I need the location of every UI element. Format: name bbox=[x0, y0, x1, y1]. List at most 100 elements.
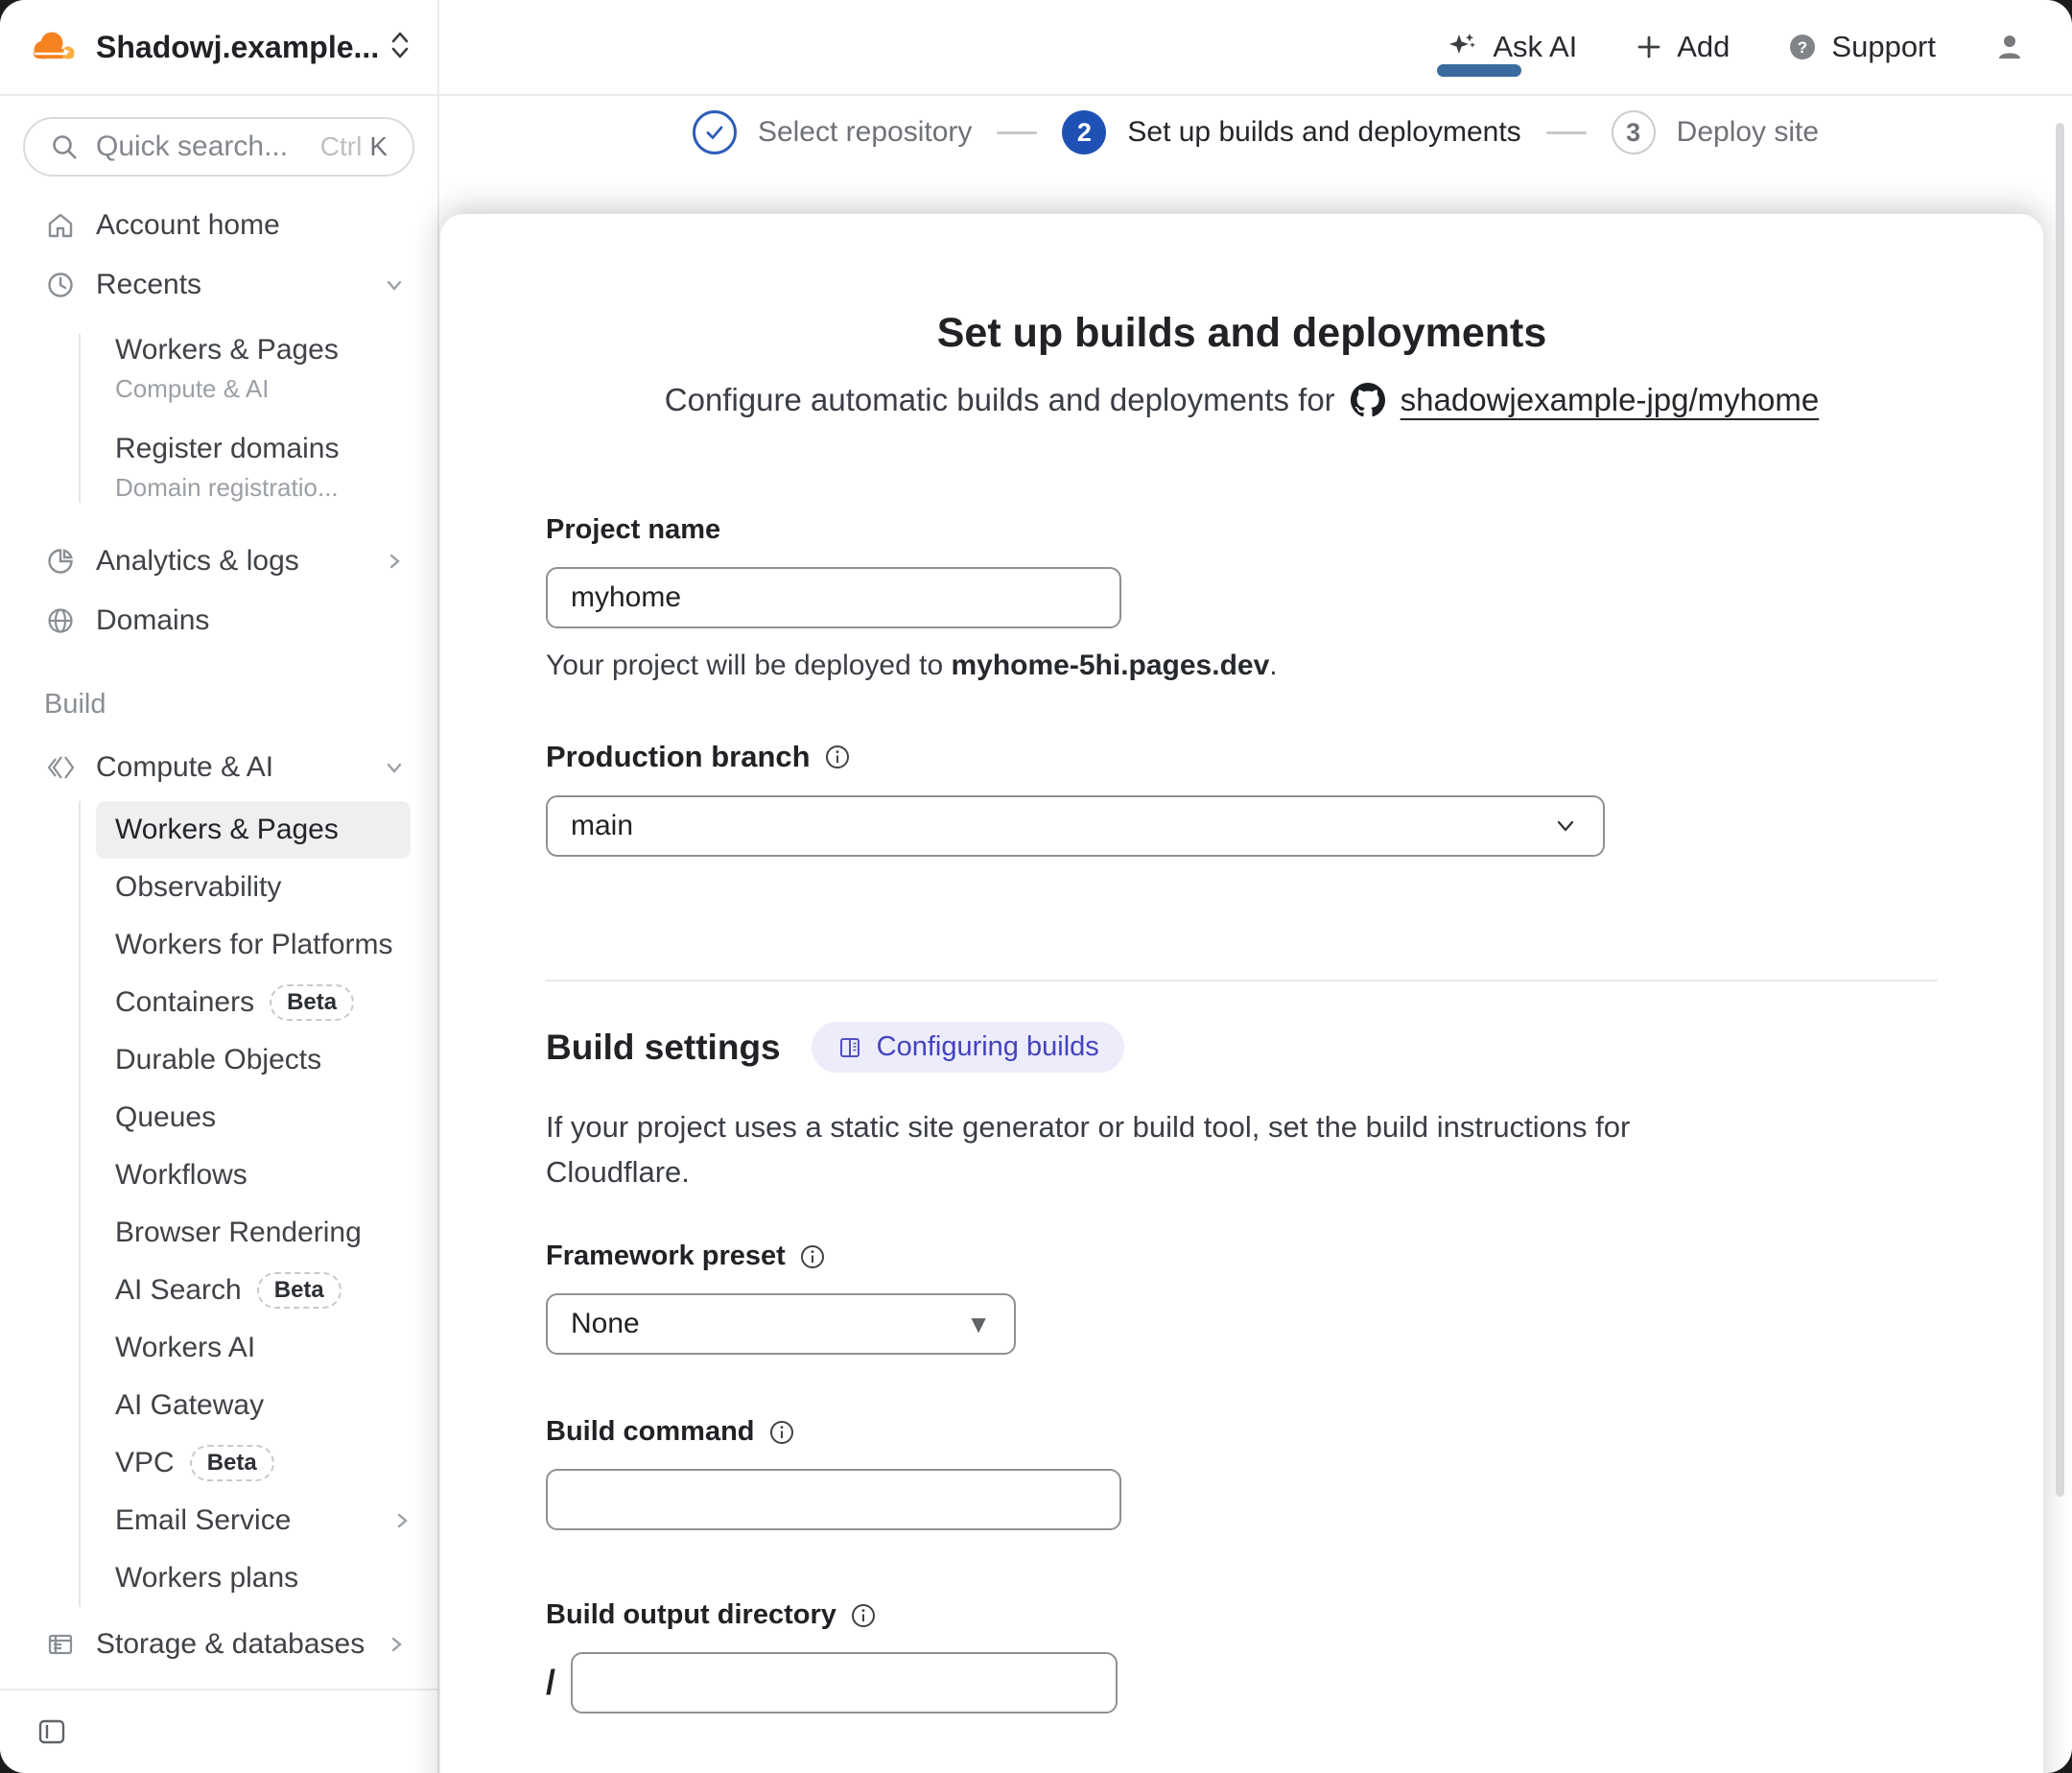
support-button[interactable]: ? Support bbox=[1787, 30, 1936, 64]
build-output-label: Build output directory bbox=[546, 1599, 1938, 1631]
recent-subtitle: Compute & AI bbox=[115, 374, 414, 404]
page-title: Set up builds and deployments bbox=[546, 310, 1938, 357]
sidebar-item-storage-databases[interactable]: Storage & databases bbox=[23, 1615, 414, 1674]
compute-workers-icon bbox=[44, 752, 77, 783]
repository-link[interactable]: shadowjexample-jpg/myhome bbox=[1401, 382, 1820, 418]
sidebar-item-label: Recents bbox=[96, 269, 363, 301]
sidebar-footer bbox=[0, 1689, 437, 1773]
recents-sublist: Workers & Pages Compute & AI Register do… bbox=[79, 334, 414, 503]
sidebar-item-ai-search[interactable]: AI SearchBeta bbox=[115, 1262, 414, 1319]
sidebar-item-domains[interactable]: Domains bbox=[23, 591, 414, 650]
sidebar-item-workers-plans[interactable]: Workers plans bbox=[115, 1549, 414, 1607]
framework-preset-select[interactable]: None ▼ bbox=[546, 1293, 1016, 1355]
sub-item-label: AI Gateway bbox=[115, 1389, 264, 1422]
sidebar-item-browser-rendering[interactable]: Browser Rendering bbox=[115, 1204, 414, 1262]
setup-stepper: Select repository 2 Set up builds and de… bbox=[439, 102, 2072, 163]
sidebar-item-workflows[interactable]: Workflows bbox=[115, 1147, 414, 1204]
top-progress-indicator bbox=[1437, 64, 1521, 77]
step-select-repository[interactable]: Select repository bbox=[693, 110, 972, 154]
recent-title: Workers & Pages bbox=[115, 334, 414, 366]
sidebar-item-workers-ai[interactable]: Workers AI bbox=[115, 1319, 414, 1377]
search-input[interactable] bbox=[94, 130, 305, 164]
configuring-builds-badge[interactable]: Configuring builds bbox=[812, 1022, 1124, 1073]
step-label: Deploy site bbox=[1677, 116, 1819, 149]
build-output-row: / bbox=[546, 1652, 1938, 1714]
sub-item-label: Durable Objects bbox=[115, 1044, 321, 1076]
sidebar-item-ai-gateway[interactable]: AI Gateway bbox=[115, 1377, 414, 1434]
sidebar-item-media[interactable]: Media bbox=[23, 1674, 414, 1689]
production-branch-select[interactable]: main bbox=[546, 795, 1605, 857]
sidebar-item-email-service[interactable]: Email Service bbox=[115, 1492, 414, 1549]
search-shortcut: CtrlK bbox=[320, 131, 388, 162]
sidebar-item-analytics[interactable]: Analytics & logs bbox=[23, 532, 414, 591]
sidebar-item-compute-ai[interactable]: Compute & AI bbox=[23, 738, 414, 797]
step-setup-builds[interactable]: 2 Set up builds and deployments bbox=[1062, 110, 1520, 154]
info-icon[interactable] bbox=[850, 1602, 877, 1629]
collapse-sidebar-icon[interactable] bbox=[23, 1714, 69, 1749]
sidebar-item-durable-objects[interactable]: Durable Objects bbox=[115, 1031, 414, 1089]
sidebar-item-vpc[interactable]: VPCBeta bbox=[115, 1434, 414, 1492]
sidebar-item-label: Compute & AI bbox=[96, 751, 363, 784]
project-name-label: Project name bbox=[546, 514, 1938, 546]
build-command-input[interactable] bbox=[546, 1469, 1121, 1530]
account-name: Shadowj.example... bbox=[96, 30, 386, 65]
label-text: Framework preset bbox=[546, 1241, 786, 1272]
info-icon[interactable] bbox=[799, 1243, 826, 1270]
label-text: Production branch bbox=[546, 740, 811, 774]
badge-label: Configuring builds bbox=[877, 1031, 1099, 1063]
step-separator bbox=[1546, 131, 1587, 134]
add-label: Add bbox=[1677, 30, 1730, 64]
support-label: Support bbox=[1831, 30, 1936, 64]
build-command-label: Build command bbox=[546, 1416, 1938, 1448]
dropdown-triangle-icon: ▼ bbox=[966, 1310, 991, 1339]
sidebar-item-recents[interactable]: Recents bbox=[23, 255, 414, 315]
user-menu-button[interactable] bbox=[1993, 31, 2026, 63]
add-button[interactable]: Add bbox=[1635, 30, 1730, 64]
recent-item-register-domains[interactable]: Register domains Domain registratio... bbox=[115, 433, 414, 503]
main-area: Ask AI Add ? Support bbox=[439, 0, 2072, 1773]
build-output-input[interactable] bbox=[571, 1652, 1118, 1714]
build-settings-header: Build settings Configuring builds bbox=[546, 1022, 1938, 1073]
chevron-down-icon bbox=[382, 272, 407, 297]
sub-item-label: Workers AI bbox=[115, 1332, 255, 1364]
build-settings-description: If your project uses a static site gener… bbox=[546, 1105, 1697, 1194]
sidebar-item-label: Storage & databases bbox=[96, 1628, 365, 1661]
sidebar-item-label: Account home bbox=[96, 209, 414, 242]
sidebar-item-label: Analytics & logs bbox=[96, 545, 363, 578]
history-icon bbox=[44, 270, 77, 300]
quick-search[interactable]: CtrlK bbox=[23, 117, 414, 177]
ask-ai-button[interactable]: Ask AI bbox=[1447, 30, 1577, 64]
help-icon: ? bbox=[1787, 32, 1818, 62]
recent-item-workers-pages[interactable]: Workers & Pages Compute & AI bbox=[115, 334, 414, 404]
subtitle-text: Configure automatic builds and deploymen… bbox=[665, 382, 1335, 418]
info-icon[interactable] bbox=[768, 1419, 795, 1446]
sidebar-item-containers[interactable]: ContainersBeta bbox=[115, 974, 414, 1031]
plus-icon bbox=[1635, 33, 1663, 61]
info-icon[interactable] bbox=[824, 744, 851, 770]
deploy-helper-text: Your project will be deployed to myhome-… bbox=[546, 650, 1938, 682]
sub-item-label: Workflows bbox=[115, 1159, 247, 1192]
recent-subtitle: Domain registratio... bbox=[115, 473, 414, 503]
sub-item-label: Browser Rendering bbox=[115, 1217, 362, 1249]
step-number: 2 bbox=[1062, 110, 1106, 154]
beta-badge: Beta bbox=[270, 984, 354, 1021]
book-icon bbox=[836, 1034, 863, 1061]
globe-icon bbox=[44, 605, 77, 636]
step-deploy-site[interactable]: 3 Deploy site bbox=[1612, 110, 1819, 154]
setup-form: Project name Your project will be deploy… bbox=[546, 514, 1938, 1773]
sidebar-item-workers-for-platforms[interactable]: Workers for Platforms bbox=[115, 916, 414, 974]
scrollbar-thumb[interactable] bbox=[2056, 123, 2064, 1497]
sidebar-group-build: Build bbox=[23, 689, 414, 721]
step-number: 3 bbox=[1612, 110, 1656, 154]
cloudflare-logo-icon bbox=[23, 29, 79, 65]
sub-item-label: Workers & Pages bbox=[115, 814, 339, 846]
build-settings-title: Build settings bbox=[546, 1028, 781, 1068]
step-separator bbox=[997, 131, 1037, 134]
sidebar-item-workers-pages[interactable]: Workers & Pages bbox=[96, 801, 411, 859]
sidebar-item-queues[interactable]: Queues bbox=[115, 1089, 414, 1147]
sidebar-item-observability[interactable]: Observability bbox=[115, 859, 414, 916]
account-switcher[interactable]: Shadowj.example... bbox=[0, 0, 437, 96]
sidebar-item-label: Domains bbox=[96, 604, 414, 637]
project-name-input[interactable] bbox=[546, 567, 1121, 628]
sidebar-item-account-home[interactable]: Account home bbox=[23, 196, 414, 255]
